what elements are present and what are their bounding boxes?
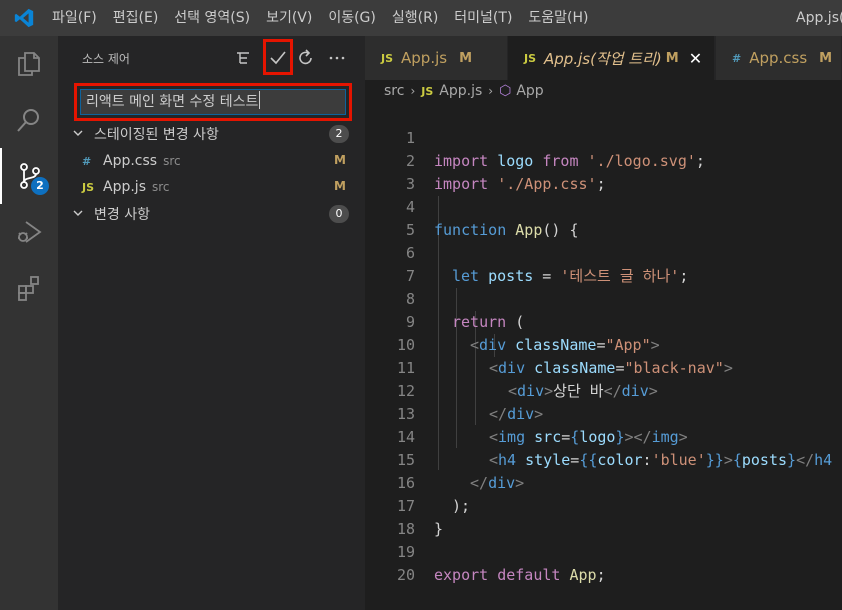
extensions-button[interactable] — [0, 260, 58, 316]
code-line: 15 </div> — [365, 426, 842, 492]
js-file-icon: JS — [421, 84, 434, 98]
tab-modified-indicator: M — [459, 50, 473, 66]
run-debug-button[interactable] — [0, 204, 58, 260]
tab-label: App.js(작업 트리) — [544, 49, 662, 68]
code-line: 5 — [365, 196, 842, 239]
window-title: App.js(작 — [796, 10, 842, 26]
activity-bar: 2 — [0, 36, 58, 610]
tab-app-js-working-tree[interactable]: JS App.js(작업 트리) M ✕ — [508, 36, 715, 80]
js-file-icon: JS — [82, 180, 95, 194]
breadcrumb-folder[interactable]: src — [384, 83, 404, 99]
code-line: 12 </div> — [365, 357, 842, 423]
search-button[interactable] — [0, 92, 58, 148]
code-line: 6 let posts = '테스트 글 하나'; — [365, 219, 842, 285]
code-line: 2 import './App.css'; — [365, 127, 842, 193]
staged-file-app-js[interactable]: JS App.js src M — [58, 175, 365, 199]
tab-modified-indicator: M — [665, 50, 679, 66]
more-actions-button[interactable] — [323, 44, 351, 72]
highlight-box — [263, 39, 293, 75]
breadcrumb: src › JS App.js › ⬡ App — [365, 80, 842, 102]
code-line: 11 <div>상단 바</div> — [365, 334, 842, 400]
code-line: 20 — [365, 541, 842, 584]
menu-run[interactable]: 실행(R) — [384, 0, 446, 36]
changes-header[interactable]: 변경 사항 0 — [58, 202, 365, 226]
code-line: 8 return ( — [365, 265, 842, 331]
chevron-right-icon: › — [410, 84, 416, 98]
changes-count-badge: 0 — [329, 205, 349, 223]
staged-changes-header[interactable]: 스테이징된 변경 사항 2 — [58, 122, 365, 146]
chevron-down-icon — [72, 127, 86, 142]
js-file-icon: JS — [381, 51, 394, 65]
list-tree-icon — [237, 52, 249, 64]
code-line: 19 export default App; — [365, 518, 842, 584]
code-line: 3 — [365, 150, 842, 193]
menu-file[interactable]: 파일(F) — [48, 0, 105, 36]
menu-go[interactable]: 이동(G) — [320, 0, 384, 36]
search-icon — [17, 109, 39, 132]
line-number: 20 — [396, 566, 415, 584]
explorer-button[interactable] — [0, 36, 58, 92]
code-editor[interactable]: 1 import logo from './logo.svg'; 2 impor… — [365, 104, 842, 610]
breadcrumb-file[interactable]: App.js — [439, 83, 482, 99]
file-name: App.js — [103, 179, 146, 195]
chevron-down-icon — [72, 207, 86, 222]
commit-message-input[interactable]: 리액트 메인 화면 수정 테스트 — [80, 89, 346, 115]
staged-changes-label: 스테이징된 변경 사항 — [94, 127, 219, 143]
tab-app-css[interactable]: # App.css M — [716, 36, 842, 80]
tab-label: App.js — [401, 49, 448, 67]
tab-modified-indicator: M — [819, 50, 833, 66]
menu-bar: 파일(F) 편집(E) 선택 영역(S) 보기(V) 이동(G) 실행(R) 터… — [0, 0, 842, 36]
view-as-tree-button[interactable] — [229, 44, 257, 72]
code-line: 18 — [365, 495, 842, 538]
breadcrumb-symbol[interactable]: App — [516, 83, 543, 99]
refresh-button[interactable] — [292, 44, 320, 72]
staged-file-app-css[interactable]: # App.css src M — [58, 149, 365, 173]
editor-tabs: JS App.js M JS App.js(작업 트리) M ✕ # App.c… — [365, 36, 842, 80]
code-line: 14 <h4 style={{color:'blue'}}>{posts}</h… — [365, 403, 842, 469]
file-status: M — [334, 153, 346, 167]
code-line: 10 <div className="black-nav"> — [365, 311, 842, 377]
menu-terminal[interactable]: 터미널(T) — [446, 0, 520, 36]
run-debug-icon — [18, 221, 42, 243]
code-line: 4 function App() { — [365, 173, 842, 239]
refresh-icon — [299, 49, 312, 65]
chevron-right-icon: › — [488, 84, 494, 98]
vscode-logo-icon — [0, 0, 48, 36]
source-control-badge: 2 — [31, 177, 49, 195]
ellipsis-icon — [329, 56, 345, 60]
css-file-icon: # — [82, 154, 92, 168]
staged-count-badge: 2 — [329, 125, 349, 143]
panel-title: 소스 제어 — [82, 52, 130, 66]
menu-help[interactable]: 도움말(H) — [520, 0, 596, 36]
commit-message-text: 리액트 메인 화면 수정 테스트 — [86, 94, 259, 110]
panel-header: 소스 제어 — [58, 36, 365, 80]
tab-label: App.css — [749, 49, 808, 67]
js-file-icon: JS — [524, 51, 537, 65]
text-cursor — [259, 91, 261, 109]
code-line: 7 — [365, 242, 842, 285]
file-directory: src — [151, 180, 170, 194]
file-directory: src — [163, 154, 181, 168]
menu-edit[interactable]: 편집(E) — [105, 0, 167, 36]
file-status: M — [334, 179, 346, 193]
changes-label: 변경 사항 — [94, 207, 150, 223]
close-icon[interactable]: ✕ — [689, 49, 702, 68]
code-line: 16 ); — [365, 449, 842, 515]
code-line: 9 <div className="App"> — [365, 288, 842, 354]
symbol-box-icon: ⬡ — [499, 83, 512, 99]
tab-app-js[interactable]: JS App.js M — [365, 36, 508, 80]
code-line: 1 import logo from './logo.svg'; — [365, 104, 842, 170]
code-line: 17 } — [365, 472, 842, 538]
menu-view[interactable]: 보기(V) — [258, 0, 320, 36]
commit-message-highlight: 리액트 메인 화면 수정 테스트 — [74, 83, 352, 121]
file-name: App.css — [103, 153, 158, 169]
extensions-icon — [18, 276, 39, 301]
source-control-panel: 소스 제어 리액트 메인 화면 수정 테스트 스테이징된 변경 사항 2 # A… — [58, 36, 365, 610]
files-icon — [18, 52, 40, 76]
menu-selection[interactable]: 선택 영역(S) — [166, 0, 258, 36]
source-control-button[interactable]: 2 — [0, 148, 58, 204]
code-line: 13 <img src={logo}></img> — [365, 380, 842, 446]
css-file-icon: # — [732, 51, 742, 65]
